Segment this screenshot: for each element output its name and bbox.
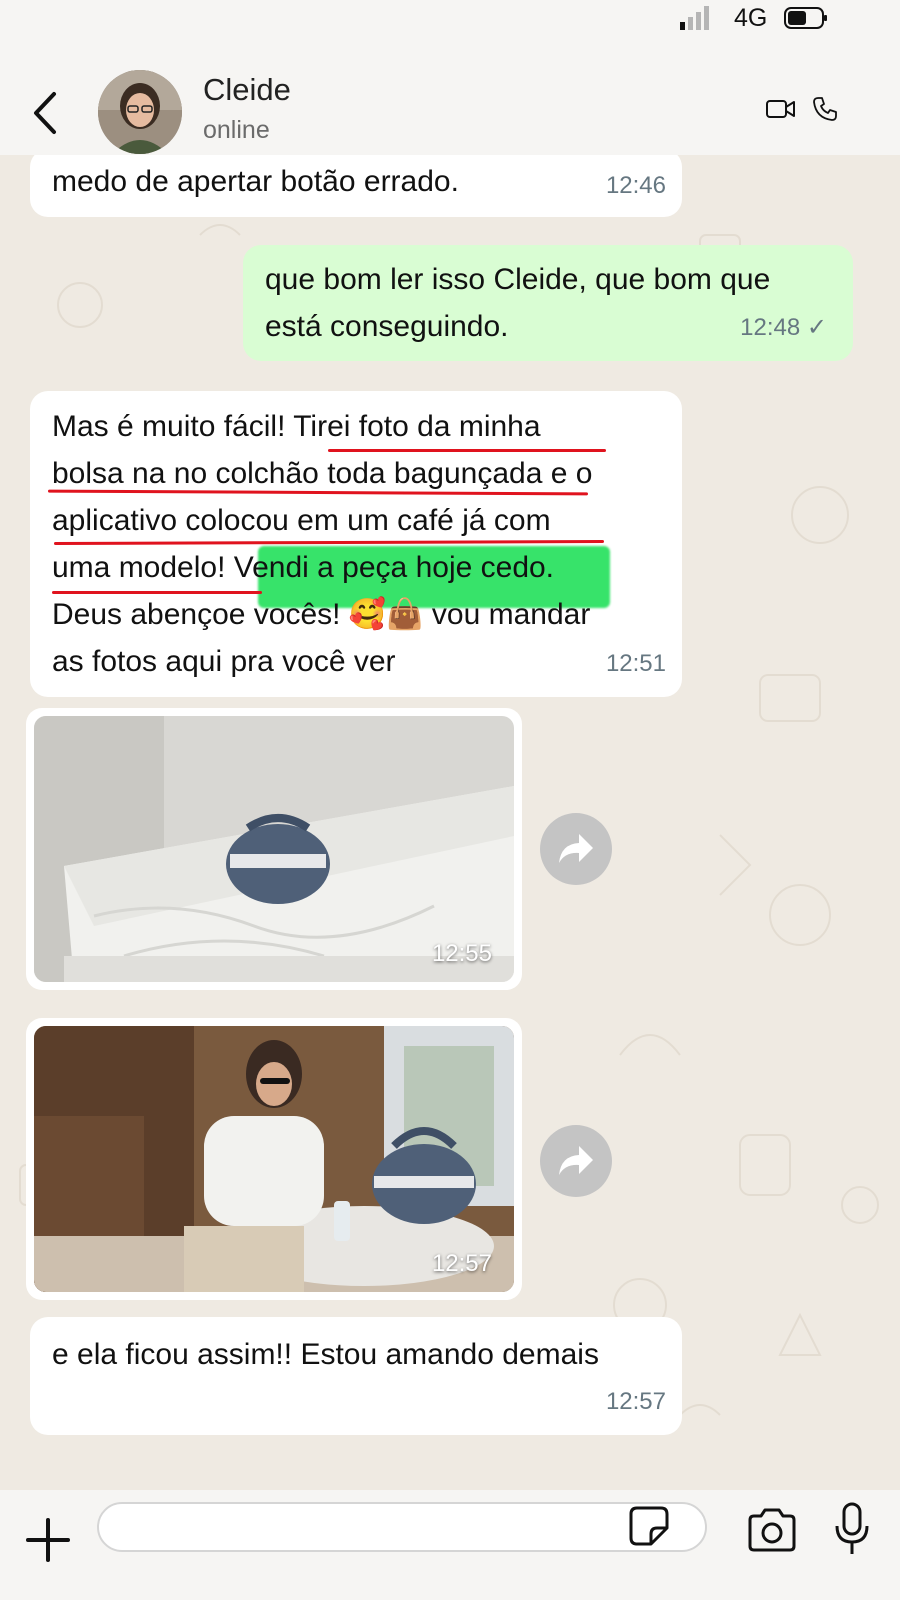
chat-header: Cleide online — [0, 40, 900, 155]
message-line: as fotos aqui pra você ver — [52, 645, 396, 678]
red-underline-annotation — [52, 591, 262, 594]
message-line: Deus abençoe vocês! 🥰👜 vou mandar — [52, 598, 591, 631]
chat-area[interactable]: medo de apertar botão errado. 12:46 que … — [0, 155, 900, 1490]
avatar[interactable] — [98, 70, 182, 154]
message-time-value: 12:48 — [740, 314, 801, 341]
message-bubble-outgoing[interactable]: que bom ler isso Cleide, que bom que est… — [243, 245, 853, 361]
message-input[interactable] — [97, 1502, 707, 1552]
message-text: e ela ficou assim!! Estou amando demais — [52, 1338, 599, 1371]
contact-name[interactable]: Cleide — [203, 72, 291, 108]
red-underline-annotation — [328, 449, 606, 452]
message-bubble-incoming[interactable]: medo de apertar botão errado. 12:46 — [30, 155, 682, 217]
forward-arrow-icon — [559, 834, 593, 863]
phone-call-icon[interactable] — [812, 96, 838, 122]
battery-icon — [784, 7, 827, 29]
plus-icon[interactable] — [26, 1518, 70, 1562]
sent-check-icon: ✓ — [806, 314, 827, 341]
message-input-bar — [0, 1490, 900, 1600]
contact-status: online — [203, 116, 270, 144]
image-message[interactable]: 12:57 — [26, 1018, 522, 1300]
image-message[interactable]: 12:55 — [26, 708, 522, 990]
image-time: 12:55 — [431, 940, 492, 967]
photo-bag-on-bed[interactable]: 12:55 — [34, 716, 514, 982]
forward-button[interactable] — [540, 813, 612, 885]
message-line: aplicativo colocou em um café já com — [52, 504, 551, 537]
status-bar: 4G — [0, 0, 900, 40]
video-call-icon[interactable] — [766, 98, 796, 120]
back-arrow-icon[interactable] — [28, 88, 64, 138]
message-bubble-incoming[interactable]: e ela ficou assim!! Estou amando demais … — [30, 1317, 682, 1435]
message-time: 12:51 — [605, 650, 666, 677]
message-bubble-incoming[interactable]: Mas é muito fácil! Tirei foto da minha b… — [30, 391, 682, 697]
message-line: Mas é muito fácil! Tirei foto da minha — [52, 410, 541, 443]
signal-strength-icon — [680, 6, 709, 30]
photo-model-in-cafe[interactable]: 12:57 — [34, 1026, 514, 1292]
microphone-icon[interactable] — [834, 1502, 870, 1556]
message-time: 12:46 — [605, 172, 666, 199]
forward-arrow-icon — [559, 1146, 593, 1175]
forward-button[interactable] — [540, 1125, 612, 1197]
message-time: 12:57 — [605, 1388, 666, 1415]
message-line: uma modelo! Vendi a peça hoje cedo. — [52, 551, 555, 584]
sticker-icon[interactable] — [629, 1506, 669, 1546]
image-time: 12:57 — [431, 1250, 492, 1277]
message-text: medo de apertar botão errado. — [52, 165, 459, 198]
message-line: que bom ler isso Cleide, que bom que — [265, 263, 771, 296]
network-type: 4G — [734, 4, 768, 32]
camera-icon[interactable] — [746, 1508, 798, 1552]
message-time: 12:48 ✓ — [740, 304, 827, 351]
